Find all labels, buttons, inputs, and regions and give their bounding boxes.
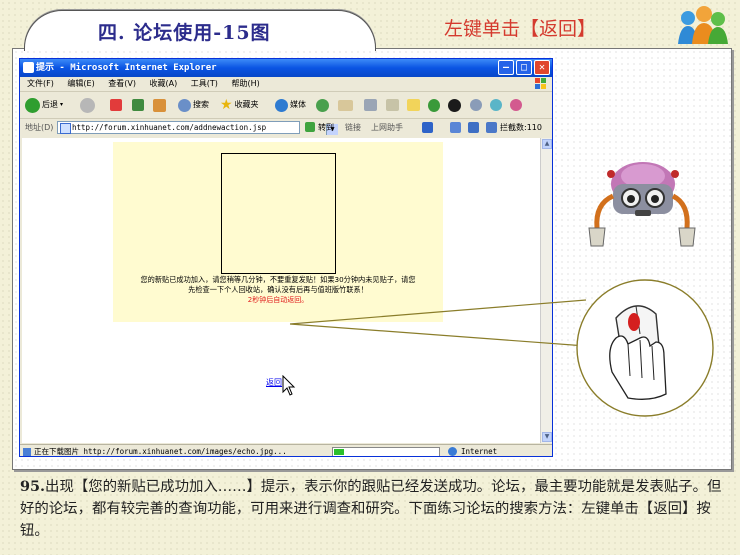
menu-view[interactable]: 查看(V) <box>108 79 136 88</box>
instruction-caption: 95.出现【您的新贴已成功加入……】提示，表示你的跟贴已经发送成功。论坛，最主要… <box>20 476 726 542</box>
edit-icon <box>386 99 399 111</box>
menu-help[interactable]: 帮助(H) <box>231 79 259 88</box>
menu-edit[interactable]: 编辑(E) <box>67 79 94 88</box>
step-number: 95. <box>20 478 46 495</box>
tools-button[interactable] <box>470 96 482 114</box>
go-arrow-icon <box>305 122 315 132</box>
print-icon <box>364 99 377 111</box>
caption-text: 出现【您的新贴已成功加入……】提示，表示你的跟贴已经发送成功。论坛，最主要功能就… <box>20 479 722 539</box>
countdown-message: 2秒钟后自动返回。 <box>247 296 309 304</box>
globe-icon <box>490 99 502 111</box>
menu-tools[interactable]: 工具(T) <box>191 79 218 88</box>
back-arrow-icon <box>25 97 40 113</box>
media-icon <box>275 98 288 112</box>
instruction-header: 左键单击【返回】 <box>444 18 597 40</box>
mail-icon <box>338 99 353 111</box>
status-zone: Internet <box>461 447 498 456</box>
stop-icon <box>110 99 122 111</box>
ie-page-icon <box>23 62 34 73</box>
window-title: 提示 - Microsoft Internet Explorer <box>36 63 217 73</box>
gear-icon <box>470 99 482 111</box>
history-icon <box>316 98 329 112</box>
edit-button[interactable] <box>386 96 399 114</box>
menubar: 文件(F) 编辑(E) 查看(V) 收藏(A) 工具(T) 帮助(H) <box>20 77 552 92</box>
star-icon: ★ <box>220 97 233 113</box>
download-progress-fill <box>334 449 344 455</box>
content-area: 您的新贴已成功加入，请您稍等几分钟，不要重复发贴！如果30分钟内未见贴子，请您 … <box>22 138 540 443</box>
media-button[interactable]: 媒体 <box>275 96 306 114</box>
home-button[interactable] <box>153 96 166 114</box>
qq-button[interactable] <box>448 96 461 114</box>
forward-arrow-icon <box>80 97 95 113</box>
search-button[interactable]: 搜索 <box>178 96 209 114</box>
menu-favorites[interactable]: 收藏(A) <box>150 79 178 88</box>
refresh-button[interactable] <box>132 96 144 114</box>
home-icon <box>153 98 166 112</box>
history-button[interactable] <box>316 96 329 114</box>
messenger-button[interactable] <box>428 96 440 114</box>
scroll-down-icon[interactable]: ▼ <box>542 432 552 442</box>
go-button[interactable]: 转到 <box>318 119 334 136</box>
msn-people-icon <box>678 6 728 44</box>
address-input[interactable]: http://forum.xinhuanet.com/addnewaction.… <box>57 121 338 135</box>
scroll-up-icon[interactable]: ▲ <box>542 139 552 149</box>
menu-file[interactable]: 文件(F) <box>27 79 54 88</box>
refresh-icon <box>132 99 144 111</box>
online-assistant-button[interactable]: 上网助手 <box>371 119 403 136</box>
search-icon <box>178 98 191 112</box>
notice-message: 您的新贴已成功加入，请您稍等几分钟，不要重复发贴！如果30分钟内未见贴子，请您 … <box>140 275 416 294</box>
stop-button[interactable] <box>110 96 122 114</box>
favorites-button[interactable]: ★ 收藏夹 <box>220 96 259 114</box>
page-icon <box>60 123 71 134</box>
image-placeholder <box>221 153 336 274</box>
back-button[interactable]: 后退 ▾ <box>25 96 63 114</box>
loading-page-icon <box>23 448 31 456</box>
discuss-button[interactable] <box>407 96 420 114</box>
windows-logo-icon <box>535 78 546 89</box>
refresh-small-icon[interactable] <box>468 122 479 133</box>
maximize-button[interactable]: □ <box>516 60 532 75</box>
cursor-arrow-icon <box>282 375 296 396</box>
minimize-button[interactable]: – <box>498 60 514 75</box>
block-count: 拦截数:110 <box>500 123 542 132</box>
mail-button[interactable] <box>338 96 353 114</box>
status-bar: 正在下载图片 http://forum.xinhuanet.com/images… <box>20 444 552 456</box>
back-link[interactable]: 返回 <box>266 377 282 388</box>
chevron-down-icon: ▾ <box>60 101 64 108</box>
block-count-icon <box>486 122 497 133</box>
print-button[interactable] <box>364 96 377 114</box>
vertical-scrollbar[interactable]: ▲ ▼ <box>540 138 552 443</box>
discuss-icon <box>407 99 420 111</box>
toolbar: 后退 ▾ 搜索 ★ 收藏夹 媒体 <box>20 92 552 119</box>
tool-icon <box>510 99 522 111</box>
zoom-icon[interactable] <box>450 122 461 133</box>
notice-panel: 您的新贴已成功加入，请您稍等几分钟，不要重复发贴！如果30分钟内未见贴子，请您 … <box>113 142 443 322</box>
address-label: 地址(D) <box>25 123 54 132</box>
download-progress <box>332 447 440 456</box>
ie-titlebar: 提示 - Microsoft Internet Explorer – □ ✕ <box>20 59 552 77</box>
slide-title: 四. 论坛使用-15图 <box>98 22 271 44</box>
address-bar: 地址(D) http://forum.xinhuanet.com/addnewa… <box>20 119 552 136</box>
translate-button[interactable] <box>490 96 502 114</box>
links-button[interactable]: 链接 <box>345 119 361 136</box>
globe-icon <box>448 447 457 456</box>
close-button[interactable]: ✕ <box>534 60 550 75</box>
extra-tool-button[interactable] <box>510 96 522 114</box>
blocker-icon[interactable] <box>422 122 433 133</box>
status-text: 正在下载图片 http://forum.xinhuanet.com/images… <box>34 447 287 456</box>
qq-icon <box>448 98 461 112</box>
robot-mascot-image <box>588 162 696 247</box>
messenger-icon <box>428 98 440 112</box>
forward-button[interactable] <box>80 96 95 114</box>
ie-window: 提示 - Microsoft Internet Explorer – □ ✕ 文… <box>19 58 553 457</box>
